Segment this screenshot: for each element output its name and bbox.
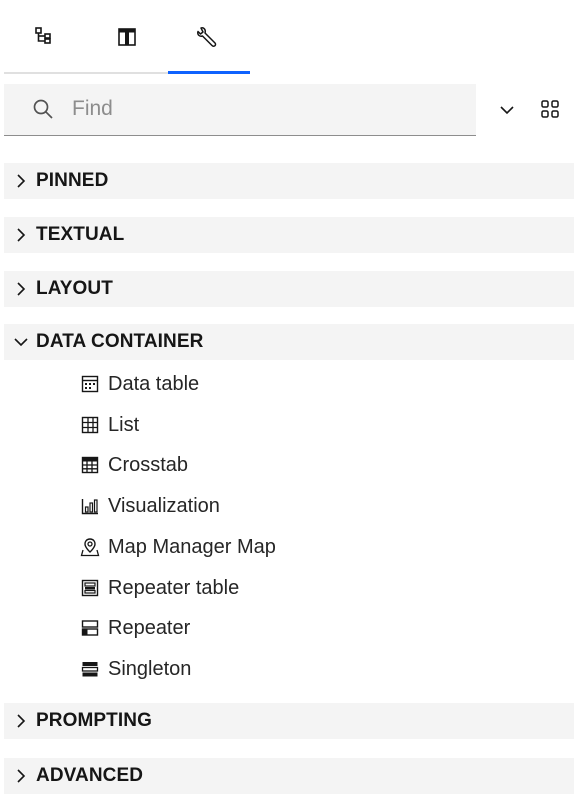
tab-page-tree[interactable]: [4, 0, 86, 74]
category-pinned[interactable]: PINNED: [4, 163, 574, 199]
map-pin-icon: [80, 537, 100, 557]
item-label: Singleton: [108, 657, 192, 680]
tab-bar: [0, 0, 576, 74]
singleton-icon: [80, 659, 100, 679]
category-label: PROMPTING: [36, 710, 152, 731]
chevron-down-icon: [499, 102, 515, 120]
crosstab-icon: [80, 455, 100, 475]
repeater-table-icon: [80, 578, 100, 598]
chevron-right-icon: [6, 227, 36, 243]
item-label: Repeater table: [108, 576, 240, 599]
item-label: Repeater: [108, 616, 191, 639]
toolbox-item-repeater[interactable]: Repeater: [80, 610, 190, 646]
tab-active-indicator: [168, 71, 250, 74]
tree-icon: [34, 26, 56, 48]
grid-view-button[interactable]: [534, 96, 566, 126]
category-label: DATA CONTAINER: [36, 331, 204, 352]
category-label: PINNED: [36, 170, 109, 191]
search-row: [0, 84, 576, 136]
toolbox-item-map-manager-map[interactable]: Map Manager Map: [80, 529, 276, 565]
chevron-right-icon: [6, 768, 36, 784]
repeater-icon: [80, 618, 100, 638]
chevron-right-icon: [6, 713, 36, 729]
toolbox-item-list[interactable]: List: [80, 407, 139, 443]
item-label: Visualization: [108, 494, 220, 517]
item-label: Crosstab: [108, 453, 189, 476]
category-layout[interactable]: LAYOUT: [4, 271, 574, 307]
chevron-down-icon: [6, 337, 36, 347]
toolbox-item-visualization[interactable]: Visualization: [80, 488, 220, 524]
search-icon: [32, 98, 54, 125]
tab-templates[interactable]: [86, 0, 168, 74]
filter-dropdown-button[interactable]: [492, 98, 522, 124]
template-icon: [116, 26, 138, 48]
category-label: LAYOUT: [36, 278, 113, 299]
toolbox-icon: [196, 24, 222, 50]
item-label: Data table: [108, 372, 200, 395]
grid-view-icon: [540, 99, 560, 124]
category-label: TEXTUAL: [36, 224, 125, 245]
tab-toolbox[interactable]: [168, 0, 250, 74]
category-textual[interactable]: TEXTUAL: [4, 217, 574, 253]
category-data-container[interactable]: DATA CONTAINER: [4, 324, 574, 360]
data-table-icon: [80, 374, 100, 394]
search-field: [4, 84, 476, 136]
category-label: ADVANCED: [36, 765, 144, 786]
item-label: List: [108, 413, 140, 436]
toolbox-item-crosstab[interactable]: Crosstab: [80, 447, 188, 483]
tab-underline: [4, 72, 86, 74]
chevron-right-icon: [6, 173, 36, 189]
category-prompting[interactable]: PROMPTING: [4, 703, 574, 739]
chevron-right-icon: [6, 281, 36, 297]
toolbox-item-data-table[interactable]: Data table: [80, 366, 199, 402]
tab-underline: [86, 72, 168, 74]
toolbox-item-singleton[interactable]: Singleton: [80, 651, 191, 687]
category-advanced[interactable]: ADVANCED: [4, 758, 574, 794]
search-input[interactable]: [72, 84, 462, 134]
toolbox-item-repeater-table[interactable]: Repeater table: [80, 570, 239, 606]
item-label: Map Manager Map: [108, 535, 276, 558]
visualization-icon: [80, 496, 100, 516]
list-table-icon: [80, 415, 100, 435]
